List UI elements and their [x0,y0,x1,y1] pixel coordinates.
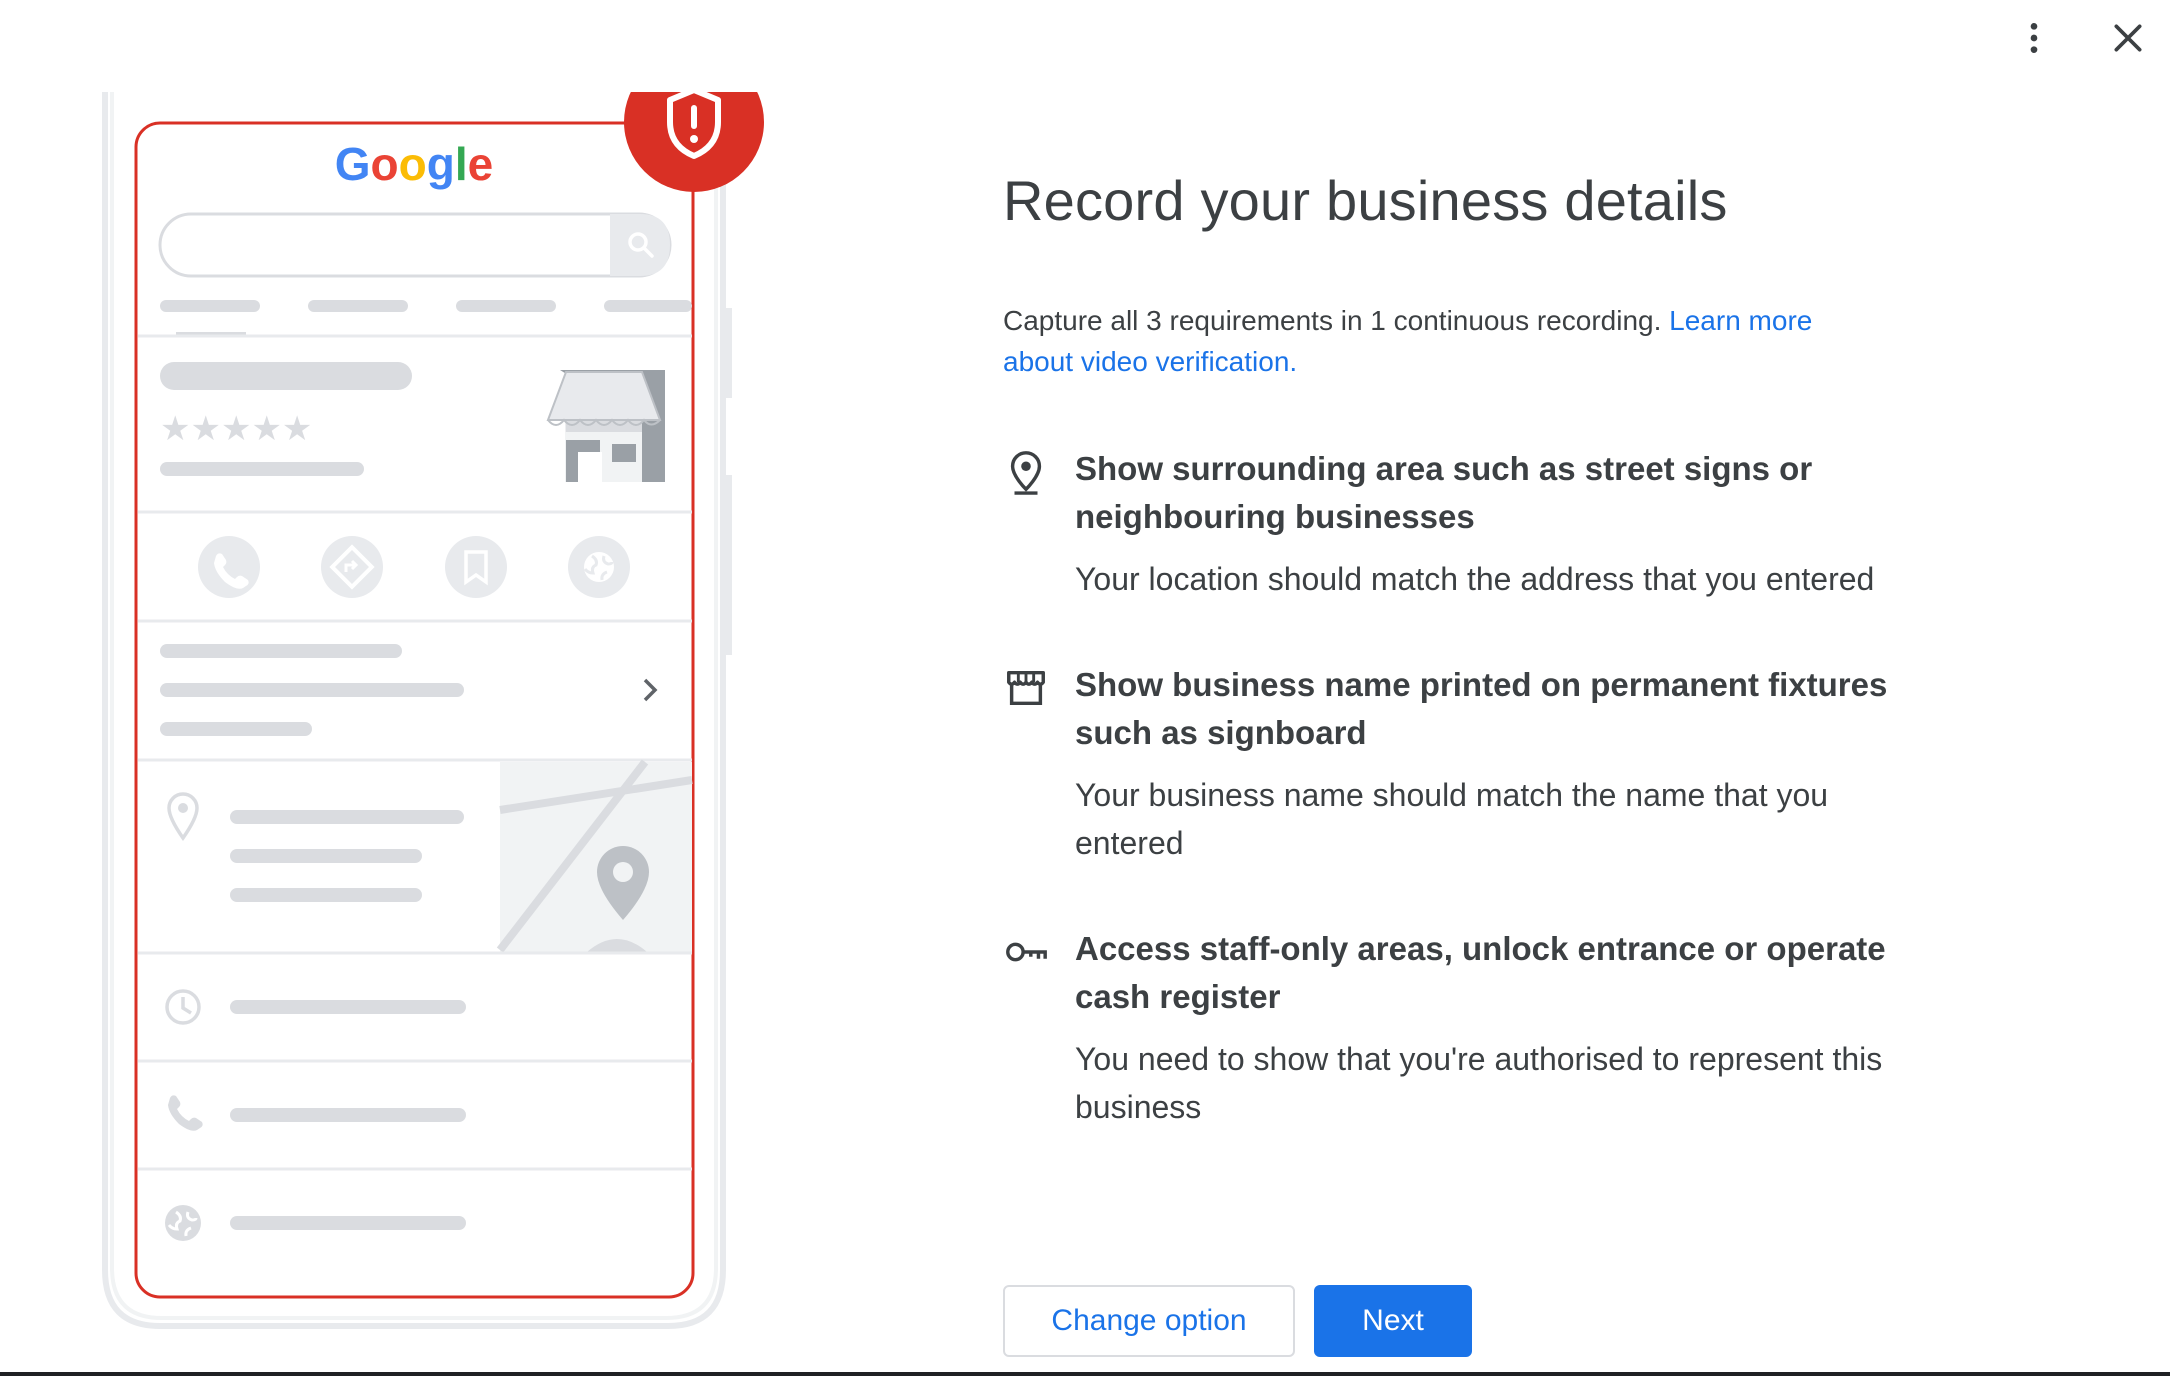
globe-small-icon [165,1205,201,1241]
bottom-divider [0,1372,2170,1376]
requirement-description: You need to show that you're authorised … [1075,1041,1883,1125]
phone-illustration: Google ★★★★★ [0,0,820,1329]
intro-text: Capture all 3 requirements in 1 continuo… [1003,300,1883,382]
key-icon [1006,942,1047,962]
close-button[interactable] [2100,10,2156,66]
svg-text:★★★★★: ★★★★★ [160,409,312,449]
rating-stars: ★★★★★ [160,409,312,449]
map-thumbnail [496,759,693,953]
intro-sentence: Capture all 3 requirements in 1 continuo… [1003,305,1670,336]
close-icon [2114,24,2142,52]
change-option-button[interactable]: Change option [1003,1285,1295,1357]
bookmark-icon [445,536,507,598]
google-logo: Google [335,138,493,190]
requirement-description: Your location should match the address t… [1075,561,1875,597]
directions-icon [321,536,383,598]
requirement-title: Show surrounding area such as street sig… [1075,450,1813,535]
more-vert-icon [2030,23,2038,53]
search-bar-illustration [158,212,672,278]
requirement-title: Access staff-only areas, unlock entrance… [1075,930,1886,1015]
requirement-description: Your business name should match the name… [1075,777,1829,861]
next-button[interactable]: Next [1314,1285,1472,1357]
page-title: Record your business details [1003,169,1728,232]
phone-icon [198,536,260,598]
globe-icon [568,536,630,598]
requirement-title: Show business name printed on permanent … [1075,666,1888,751]
storefront-illustration [546,370,665,482]
more-options-button[interactable] [2006,10,2062,66]
location-pin-icon [1010,451,1042,495]
storefront-icon [1007,670,1045,706]
